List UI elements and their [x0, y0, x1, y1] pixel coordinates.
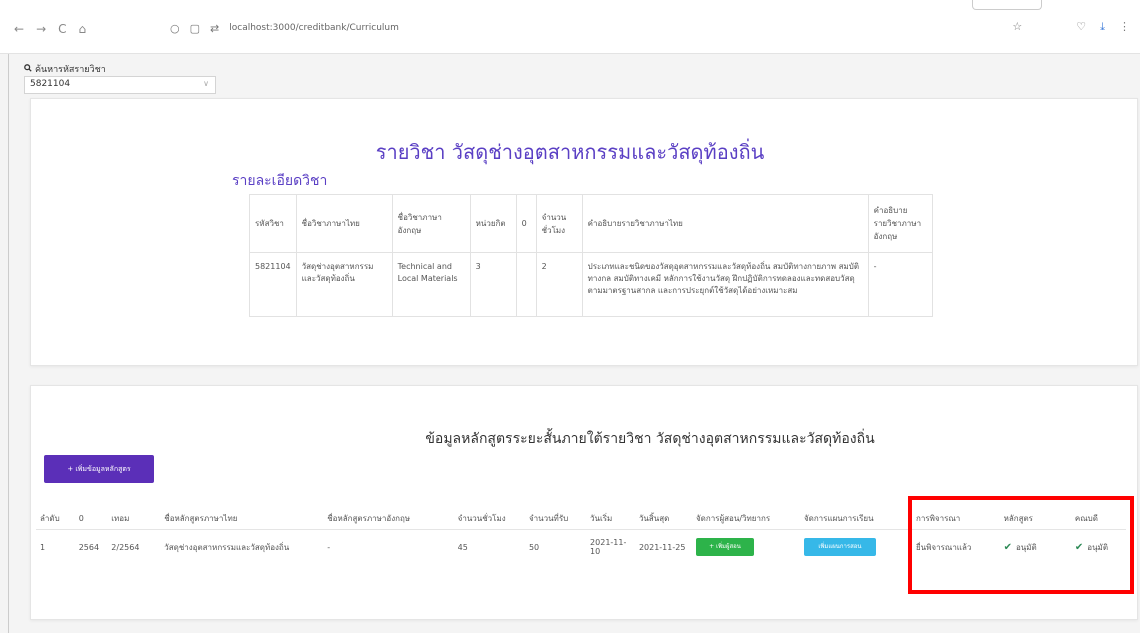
- col-instructor: จัดการผู้สอน/วิทยากร: [691, 508, 800, 530]
- add-curriculum-button[interactable]: + เพิ่มข้อมูลหลักสูตร: [44, 455, 154, 483]
- tab-edge: [972, 0, 1042, 10]
- address-bar[interactable]: ○ ▢ ⇄ localhost:3000/creditbank/Curricul…: [170, 20, 960, 36]
- add-plan-button[interactable]: เพิ่มแผนการสอน: [803, 538, 876, 556]
- download-icon[interactable]: ⤓: [1100, 20, 1105, 34]
- col-zero: 0: [74, 508, 108, 530]
- col-hours: จำนวนชั่วโมง: [453, 508, 525, 530]
- cell-name-en: Technical and Local Materials: [391, 252, 471, 317]
- col-course-code: รหัสวิชา: [249, 194, 297, 253]
- col-desc-th: คำอธิบายรายวิชาภาษาไทย: [581, 194, 869, 253]
- cell-capacity: 50: [528, 542, 540, 552]
- cell-year: 2564: [78, 542, 100, 552]
- course-detail-table: รหัสวิชา ชื่อวิชาภาษาไทย ชื่อวิชาภาษาอัง…: [249, 194, 933, 317]
- col-plan: จัดการแผนการเรียน: [799, 508, 912, 530]
- reload-icon[interactable]: C: [58, 22, 66, 36]
- cell-desc-en: -: [867, 252, 933, 317]
- search-label: ค้นหารหัสรายวิชา: [24, 62, 106, 76]
- browser-actions: ☆ ♡ ⤓ ⋮: [1012, 20, 1130, 34]
- col-start: วันเริ่ม: [586, 508, 635, 530]
- col-name-en: ชื่อหลักสูตรภาษาอังกฤษ: [323, 508, 454, 530]
- cell-start: 2021-11-10: [590, 538, 627, 556]
- cell-end: 2021-11-25: [638, 542, 686, 552]
- search-icon: [24, 63, 32, 75]
- highlight-box: [908, 496, 1134, 594]
- course-title: รายวิชา วัสดุช่างอุตสาหกรรมและวัสดุท้องถ…: [375, 140, 765, 164]
- shield-icon: ○: [170, 21, 180, 35]
- browser-toolbar: ← → C ⌂ ○ ▢ ⇄ localhost:3000/creditbank/…: [0, 0, 1140, 54]
- chevron-down-icon: ∨: [203, 79, 209, 88]
- col-hours: จำนวนชั่วโมง: [535, 194, 583, 253]
- page-icon: ▢: [189, 21, 201, 35]
- cell-no: 1: [40, 542, 46, 552]
- short-course-title: ข้อมูลหลักสูตรระยะสั้นภายใต้รายวิชา วัสด…: [425, 431, 875, 447]
- col-zero: 0: [515, 194, 537, 253]
- cell-term: 2/2564: [111, 542, 140, 552]
- cell-name-th: วัสดุช่างอุตสาหกรรมและวัสดุท้องถิ่น: [164, 542, 290, 552]
- col-name-en: ชื่อวิชาภาษาอังกฤษ: [391, 194, 471, 253]
- extensions-icon[interactable]: ⋮: [1119, 20, 1130, 34]
- url-text: localhost:3000/creditbank/Curriculum: [229, 23, 399, 33]
- cell-course-code: 5821104: [249, 252, 297, 317]
- home-icon[interactable]: ⌂: [79, 22, 87, 36]
- cell-name-en: -: [327, 542, 331, 552]
- cell-instructor: + เพิ่มผู้สอน: [692, 530, 800, 565]
- cell-name-th: วัสดุช่างอุตสาหกรรมและวัสดุท้องถิ่น: [295, 252, 393, 317]
- cell-credits: 3: [469, 252, 517, 317]
- pocket-icon[interactable]: ♡: [1076, 20, 1086, 34]
- col-name-th: ชื่อหลักสูตรภาษาไทย: [160, 508, 324, 530]
- bookmark-star-icon[interactable]: ☆: [1012, 20, 1022, 34]
- permissions-icon: ⇄: [210, 21, 220, 35]
- col-capacity: จำนวนที่รับ: [524, 508, 587, 530]
- col-name-th: ชื่อวิชาภาษาไทย: [295, 194, 393, 253]
- cell-desc-th: ประเภทและชนิดของวัสดุอุตสาหกรรมและวัสดุท…: [581, 252, 869, 317]
- col-no: ลำดับ: [36, 508, 75, 530]
- course-code-select[interactable]: 5821104 ∨: [24, 76, 216, 94]
- forward-icon[interactable]: →: [36, 22, 46, 36]
- col-credits: หน่วยกิต: [469, 194, 517, 253]
- browser-nav: ← → C ⌂: [14, 22, 86, 36]
- detail-header-row: รหัสวิชา ชื่อวิชาภาษาไทย ชื่อวิชาภาษาอัง…: [249, 194, 933, 253]
- col-desc-en: คำอธิบายรายวิชาภาษาอังกฤษ: [867, 194, 933, 253]
- cell-hours: 2: [535, 252, 583, 317]
- col-end: วันสิ้นสุด: [634, 508, 692, 530]
- course-code-value: 5821104: [30, 79, 71, 89]
- cell-hours: 45: [457, 542, 468, 552]
- search-label-text: ค้นหารหัสรายวิชา: [35, 65, 106, 75]
- back-icon[interactable]: ←: [14, 22, 24, 36]
- col-term: เทอม: [107, 508, 161, 530]
- cell-plan: เพิ่มแผนการสอน: [800, 530, 912, 565]
- cell-zero: [515, 252, 537, 317]
- detail-data-row: 5821104 วัสดุช่างอุตสาหกรรมและวัสดุท้องถ…: [249, 252, 933, 317]
- add-instructor-button[interactable]: + เพิ่มผู้สอน: [695, 538, 754, 556]
- detail-heading: รายละเอียดวิชา: [232, 173, 328, 189]
